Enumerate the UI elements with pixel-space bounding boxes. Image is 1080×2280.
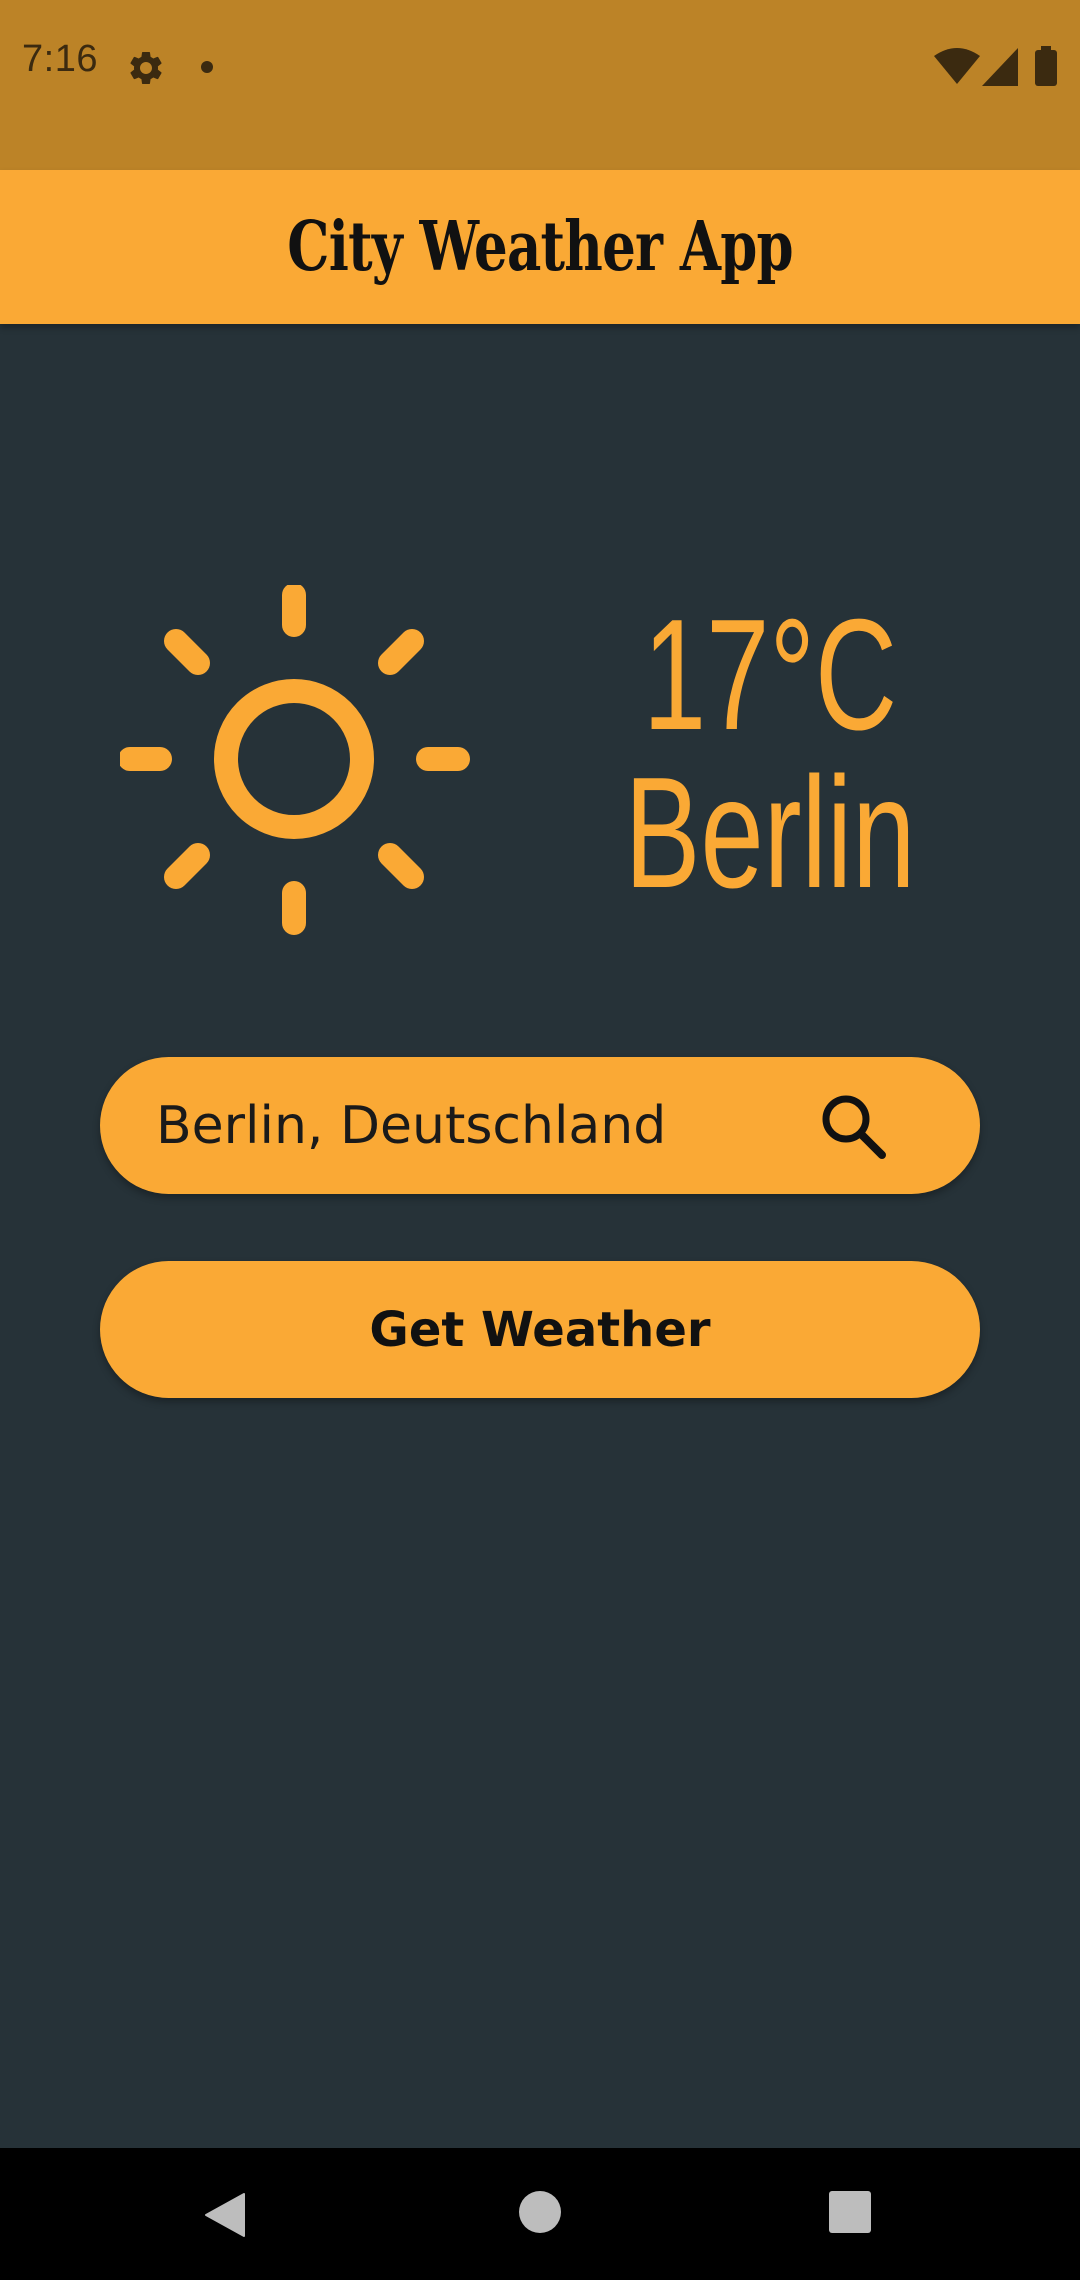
temperature-text: 17°C <box>642 587 898 763</box>
app-screen: 7:16 City Weather App 17°C Berlin Berlin… <box>0 0 1080 2280</box>
get-weather-button[interactable]: Get Weather <box>100 1261 980 1398</box>
sun-icon <box>120 585 470 935</box>
app-title: City Weather App <box>287 207 793 287</box>
city-name-text: Berlin <box>624 745 916 921</box>
home-icon[interactable] <box>518 2190 562 2234</box>
dot-icon <box>201 61 213 73</box>
battery-icon <box>1035 46 1057 86</box>
city-search-input[interactable] <box>156 1057 796 1194</box>
search-icon[interactable] <box>818 1091 888 1161</box>
navigation-bar <box>0 2148 1080 2280</box>
city-search-field[interactable] <box>100 1057 980 1194</box>
gear-icon <box>130 51 162 84</box>
recents-icon[interactable] <box>828 2190 872 2234</box>
signal-icon <box>982 48 1018 86</box>
wifi-icon <box>934 48 980 84</box>
back-icon[interactable] <box>200 2190 250 2240</box>
app-bar: City Weather App <box>0 170 1080 324</box>
status-time: 7:16 <box>22 38 98 80</box>
status-bar: 7:16 <box>0 0 1080 170</box>
